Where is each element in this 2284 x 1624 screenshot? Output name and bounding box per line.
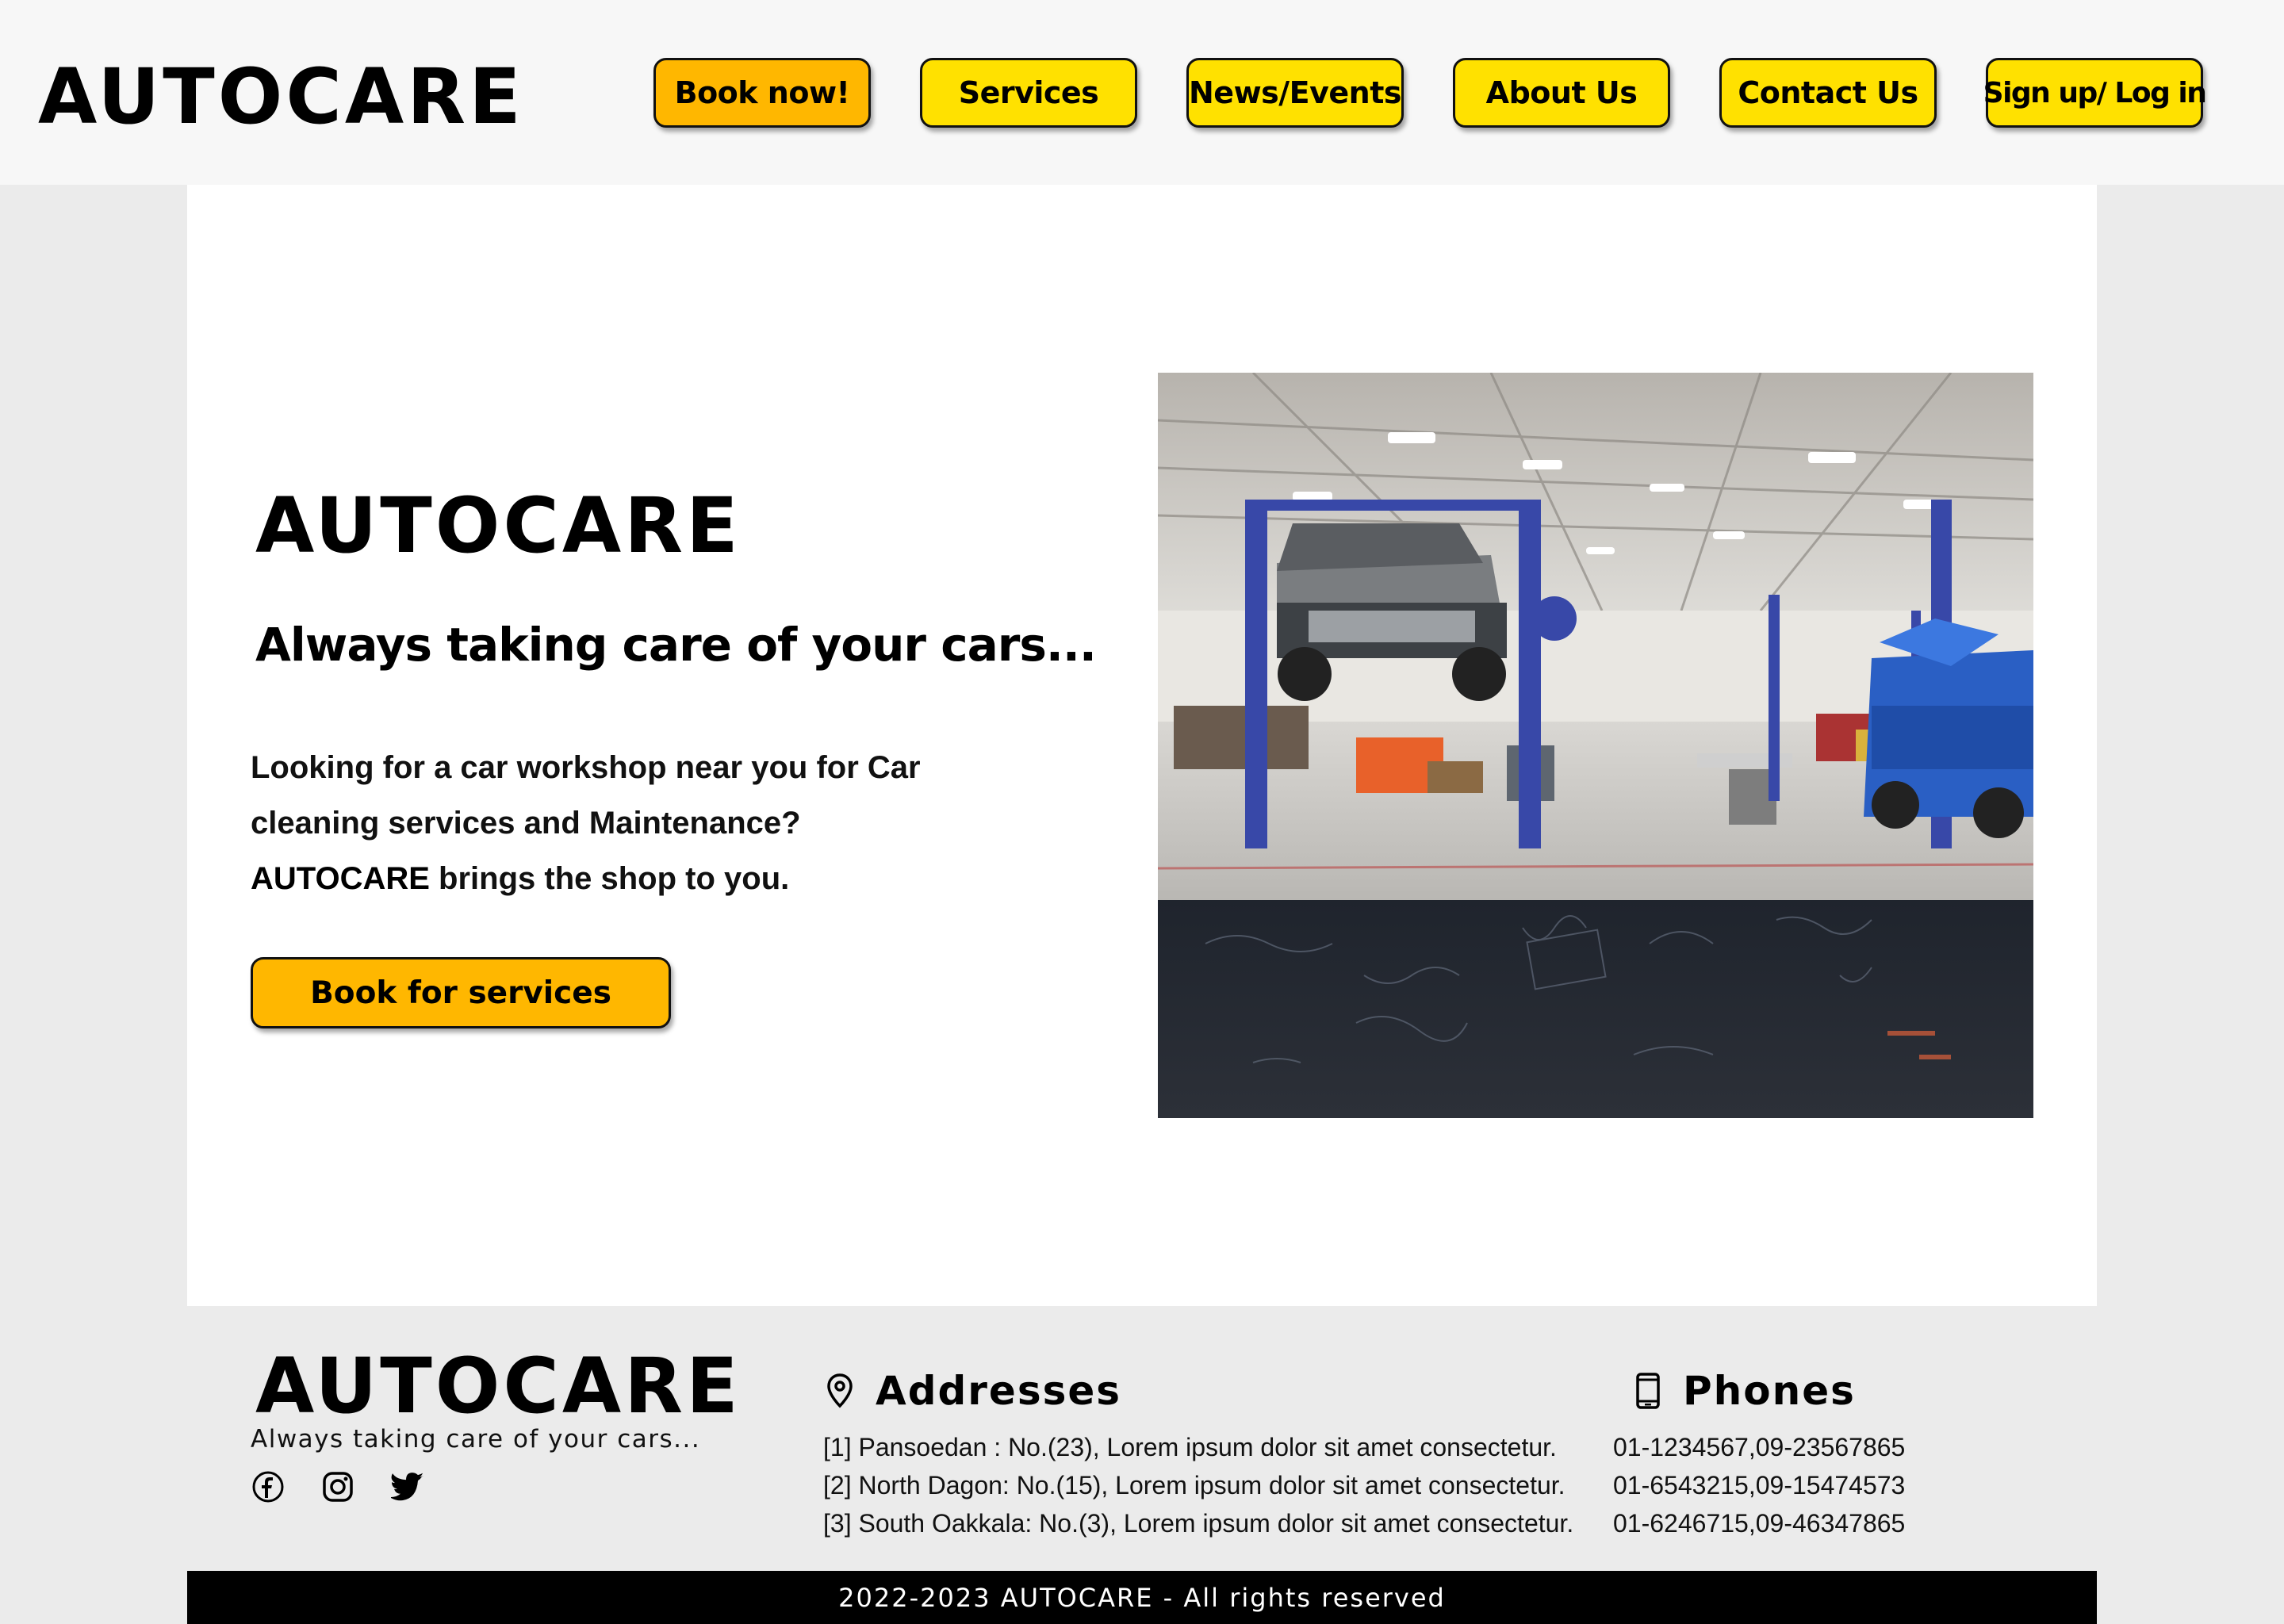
site-header: AUTOCARE Book now! Services News/Events … [0, 0, 2284, 185]
hero-title: AUTOCARE [255, 481, 742, 570]
brand-logo[interactable]: AUTOCARE [38, 49, 524, 144]
hero-desc-line-1: Looking for a car workshop near you for … [251, 750, 921, 785]
hero-desc-line-2: cleaning services and Maintenance? [251, 806, 801, 841]
address-item: [1] Pansoedan : No.(23), Lorem ipsum dol… [823, 1433, 1557, 1461]
car-workshop-photo [1158, 373, 2033, 1118]
phones-heading: Phones [1635, 1368, 1856, 1414]
book-now-button[interactable]: Book now! [653, 58, 871, 128]
hero-description: Looking for a car workshop near you for … [251, 740, 964, 906]
addresses-title: Addresses [876, 1368, 1122, 1414]
phone-item[interactable]: 01-6246715,09-46347865 [1613, 1504, 1905, 1542]
nav-about-us[interactable]: About Us [1453, 58, 1670, 128]
instagram-icon[interactable] [320, 1469, 355, 1504]
hero-desc-line-3-rest: brings the shop to you. [429, 861, 790, 896]
nav-sign-up-log-in[interactable]: Sign up/ Log in [1983, 58, 2207, 128]
location-pin-icon [826, 1373, 853, 1408]
book-for-services-button[interactable]: Book for services [251, 957, 671, 1028]
site-footer: AUTOCARE Always taking care of your cars… [187, 1306, 2097, 1571]
address-list: [1] Pansoedan : No.(23), Lorem ipsum dol… [823, 1428, 1573, 1542]
mobile-phone-icon [1635, 1373, 1661, 1409]
nav-news-events[interactable]: News/Events [1186, 58, 1404, 128]
nav-contact-us[interactable]: Contact Us [1719, 58, 1937, 128]
hero-desc-brand: AUTOCARE [251, 861, 430, 896]
facebook-icon[interactable] [251, 1469, 286, 1504]
nav-services[interactable]: Services [920, 58, 1137, 128]
footer-brand: AUTOCARE [255, 1342, 742, 1431]
twitter-icon[interactable] [390, 1469, 425, 1504]
copyright-bar: 2022-2023 AUTOCARE - All rights reserved [187, 1571, 2097, 1624]
footer-tagline: Always taking care of your cars... [251, 1425, 701, 1454]
phones-title: Phones [1683, 1368, 1856, 1414]
social-links [251, 1469, 425, 1504]
phone-item[interactable]: 01-6543215,09-15474573 [1613, 1466, 1905, 1504]
addresses-heading: Addresses [826, 1368, 1121, 1414]
hero-section: AUTOCARE Always taking care of your cars… [187, 185, 2097, 1306]
hero-desc-line-3: AUTOCARE brings the shop to you. [251, 851, 964, 906]
address-item: [2] North Dagon: No.(15), Lorem ipsum do… [823, 1471, 1565, 1500]
phone-item[interactable]: 01-1234567,09-23567865 [1613, 1428, 1905, 1466]
hero-tagline: Always taking care of your cars... [255, 618, 1097, 672]
phone-list: 01-1234567,09-23567865 01-6543215,09-154… [1613, 1428, 1905, 1542]
address-item: [3] South Oakkala: No.(3), Lorem ipsum d… [823, 1509, 1574, 1538]
